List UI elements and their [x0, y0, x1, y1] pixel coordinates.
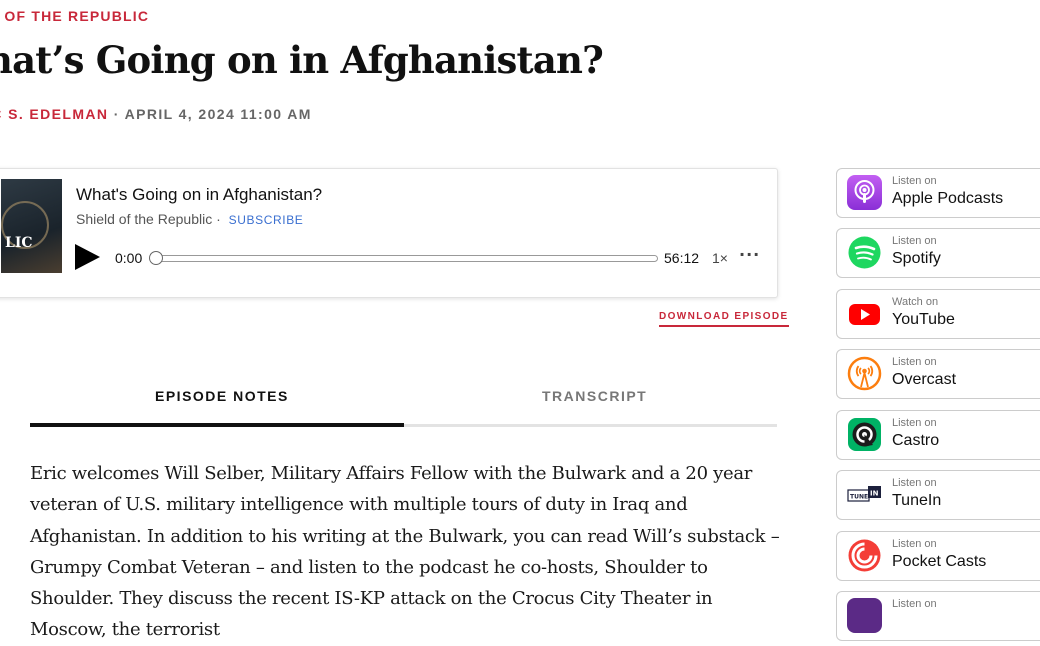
publish-date: APRIL 4, 2024 11:00 AM [124, 106, 312, 122]
show-line: Shield of the Republic · SUBSCRIBE [76, 211, 303, 227]
platform-prefix: Listen on [892, 417, 937, 429]
platform-name: Castro [892, 432, 940, 449]
author-link[interactable]: IC S. EDELMAN [0, 106, 108, 122]
platform-name: TuneIn [892, 492, 942, 509]
apple-podcasts-icon [847, 175, 882, 210]
platform-partial[interactable]: Listen on [836, 591, 1040, 641]
platform-name: Apple Podcasts [892, 190, 1004, 207]
platform-prefix: Listen on [892, 477, 937, 489]
more-options-icon[interactable]: ··· [739, 245, 760, 264]
byline-separator: · [113, 106, 120, 122]
platform-prefix: Watch on [892, 296, 939, 308]
progress-scrubber[interactable] [149, 251, 658, 265]
show-kicker[interactable]: D OF THE REPUBLIC [0, 8, 149, 24]
tab-transcript[interactable]: TRANSCRIPT [542, 388, 647, 404]
platform-apple-podcasts[interactable]: Listen on Apple Podcasts [836, 168, 1040, 218]
overcast-icon [847, 356, 882, 391]
total-duration: 56:12 [664, 250, 700, 266]
episode-notes-paragraph: Eric welcomes Will Selber, Military Affa… [30, 463, 780, 641]
scrubber-handle[interactable] [149, 251, 163, 265]
podcast-player: LIC What's Going on in Afghanistan? Shie… [0, 168, 778, 298]
episode-notes-body: Eric welcomes Will Selber, Military Affa… [30, 458, 790, 646]
platform-name: YouTube [892, 311, 955, 328]
platform-prefix: Listen on [892, 175, 937, 187]
byline: IC S. EDELMAN · APRIL 4, 2024 11:00 AM [0, 106, 312, 122]
platform-name: Spotify [892, 250, 941, 267]
platform-tunein[interactable]: TUNE IN Listen on TuneIn [836, 470, 1040, 520]
platform-spotify[interactable]: Listen on Spotify [836, 228, 1040, 278]
tunein-icon: TUNE IN [847, 477, 882, 512]
platform-overcast[interactable]: Listen on Overcast [836, 349, 1040, 399]
youtube-icon [847, 296, 882, 331]
spotify-icon [847, 235, 882, 270]
playback-speed-button[interactable]: 1× [712, 250, 728, 266]
tab-episode-notes[interactable]: EPISODE NOTES [155, 388, 289, 404]
page-title: hat’s Going on in Afghanistan? [0, 38, 604, 82]
platform-prefix: Listen on [892, 235, 937, 247]
platform-pocket-casts[interactable]: Listen on Pocket Casts [836, 531, 1040, 581]
podcast-app-icon [847, 598, 882, 633]
platform-name: Overcast [892, 371, 957, 388]
pocket-casts-icon [847, 538, 882, 573]
current-time: 0:00 [115, 250, 143, 266]
platform-castro[interactable]: Listen on Castro [836, 410, 1040, 460]
platform-prefix: Listen on [892, 538, 937, 550]
download-episode-link[interactable]: DOWNLOAD EPISODE [659, 311, 789, 327]
svg-text:IN: IN [870, 490, 879, 498]
subscribe-link[interactable]: SUBSCRIBE [229, 213, 304, 227]
platform-youtube[interactable]: Watch on YouTube [836, 289, 1040, 339]
castro-icon [847, 417, 882, 452]
episode-cover-art: LIC [1, 179, 62, 273]
tab-active-indicator [30, 423, 404, 427]
platform-name: Pocket Casts [892, 553, 987, 570]
play-button[interactable] [75, 244, 100, 270]
show-name[interactable]: Shield of the Republic [76, 211, 212, 227]
show-separator: · [216, 211, 221, 227]
platform-prefix: Listen on [892, 356, 937, 368]
platform-prefix: Listen on [892, 598, 937, 610]
episode-title: What's Going on in Afghanistan? [76, 185, 323, 204]
svg-text:TUNE: TUNE [850, 494, 868, 501]
cover-text: LIC [5, 235, 33, 251]
